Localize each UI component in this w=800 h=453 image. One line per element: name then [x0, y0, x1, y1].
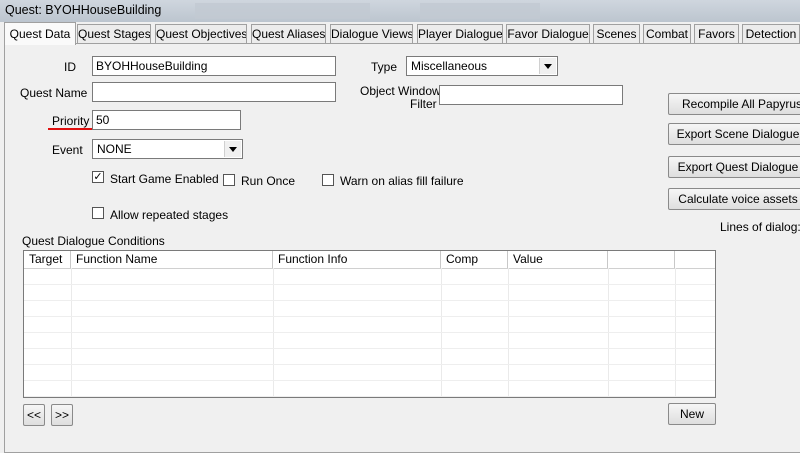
conditions-table[interactable]: Target Function Name Function Info Comp …: [23, 250, 716, 398]
start-game-enabled-label: Start Game Enabled: [110, 172, 219, 186]
table-row[interactable]: [24, 348, 715, 365]
type-label: Type: [371, 60, 398, 74]
warn-alias-checkbox[interactable]: [322, 174, 334, 186]
column-header[interactable]: Value: [508, 251, 608, 268]
conditions-table-header: Target Function Name Function Info Comp …: [24, 251, 715, 269]
column-header[interactable]: Target: [24, 251, 71, 268]
column-header[interactable]: Function Info: [273, 251, 441, 268]
column-header[interactable]: Comp: [441, 251, 508, 268]
previous-button[interactable]: <<: [23, 404, 45, 426]
object-window-filter-label: Object Window: [360, 84, 441, 98]
event-dropdown[interactable]: NONE: [92, 139, 243, 159]
start-game-enabled-checkbox[interactable]: ✓: [92, 171, 104, 183]
run-once-label: Run Once: [241, 174, 296, 188]
tab-quest-data[interactable]: Quest Data: [4, 22, 76, 45]
priority-field[interactable]: 50: [92, 110, 241, 130]
quest-name-field[interactable]: [92, 82, 336, 102]
table-row[interactable]: [24, 380, 715, 397]
tab-strip: Quest Data Quest Stages Quest Objectives…: [0, 22, 800, 45]
calculate-voice-assets-button[interactable]: Calculate voice assets: [668, 188, 800, 210]
table-row[interactable]: [24, 364, 715, 381]
quest-dialogue-conditions-title: Quest Dialogue Conditions: [22, 234, 165, 248]
export-quest-dialogue-button[interactable]: Export Quest Dialogue: [668, 156, 800, 178]
table-row[interactable]: [24, 300, 715, 317]
tab-quest-aliases[interactable]: Quest Aliases: [251, 24, 326, 43]
quest-name-label: Quest Name: [20, 86, 88, 100]
tab-quest-stages[interactable]: Quest Stages: [77, 24, 151, 43]
object-window-filter-field[interactable]: [439, 85, 623, 105]
chevron-down-icon[interactable]: [539, 58, 556, 74]
column-header[interactable]: Function Name: [71, 251, 273, 268]
next-button[interactable]: >>: [51, 404, 73, 426]
type-dropdown-value: Miscellaneous: [411, 59, 488, 73]
priority-label: Priority: [52, 114, 90, 128]
id-label: ID: [64, 60, 76, 74]
tab-player-dialogue[interactable]: Player Dialogue: [417, 24, 503, 43]
column-header[interactable]: [608, 251, 675, 268]
table-row[interactable]: [24, 284, 715, 301]
chevron-down-icon[interactable]: [224, 141, 241, 157]
table-row[interactable]: [24, 332, 715, 349]
tab-quest-objectives[interactable]: Quest Objectives: [155, 24, 247, 43]
window-titlebar: Quest: BYOHHouseBuilding: [0, 0, 800, 22]
column-header[interactable]: [675, 251, 715, 268]
recompile-papyrus-button[interactable]: Recompile All Papyrus Sc: [668, 93, 800, 115]
window-title: Quest: BYOHHouseBuilding: [5, 3, 162, 17]
blurred-region: [195, 3, 370, 19]
run-once-checkbox[interactable]: [223, 174, 235, 186]
event-dropdown-value: NONE: [97, 142, 132, 156]
blurred-region: [420, 3, 540, 19]
object-window-filter-label-line2: Filter: [410, 97, 437, 111]
tab-scenes[interactable]: Scenes: [593, 24, 640, 43]
table-row[interactable]: [24, 268, 715, 285]
lines-of-dialog-label: Lines of dialog:: [720, 220, 800, 234]
tab-dialogue-views[interactable]: Dialogue Views: [330, 24, 413, 43]
tab-favor-dialogue[interactable]: Favor Dialogue: [506, 24, 590, 43]
allow-repeated-stages-checkbox[interactable]: [92, 207, 104, 219]
table-row[interactable]: [24, 316, 715, 333]
type-dropdown[interactable]: Miscellaneous: [406, 56, 558, 76]
tab-detection[interactable]: Detection: [742, 24, 800, 43]
event-label: Event: [52, 143, 83, 157]
tab-combat[interactable]: Combat: [643, 24, 691, 43]
tab-favors[interactable]: Favors: [694, 24, 739, 43]
id-field[interactable]: BYOHHouseBuilding: [92, 56, 336, 76]
warn-alias-label: Warn on alias fill failure: [340, 174, 464, 188]
export-scene-dialogue-button[interactable]: Export Scene Dialogue: [668, 123, 800, 145]
allow-repeated-stages-label: Allow repeated stages: [110, 208, 229, 222]
new-condition-button[interactable]: New: [668, 403, 716, 425]
